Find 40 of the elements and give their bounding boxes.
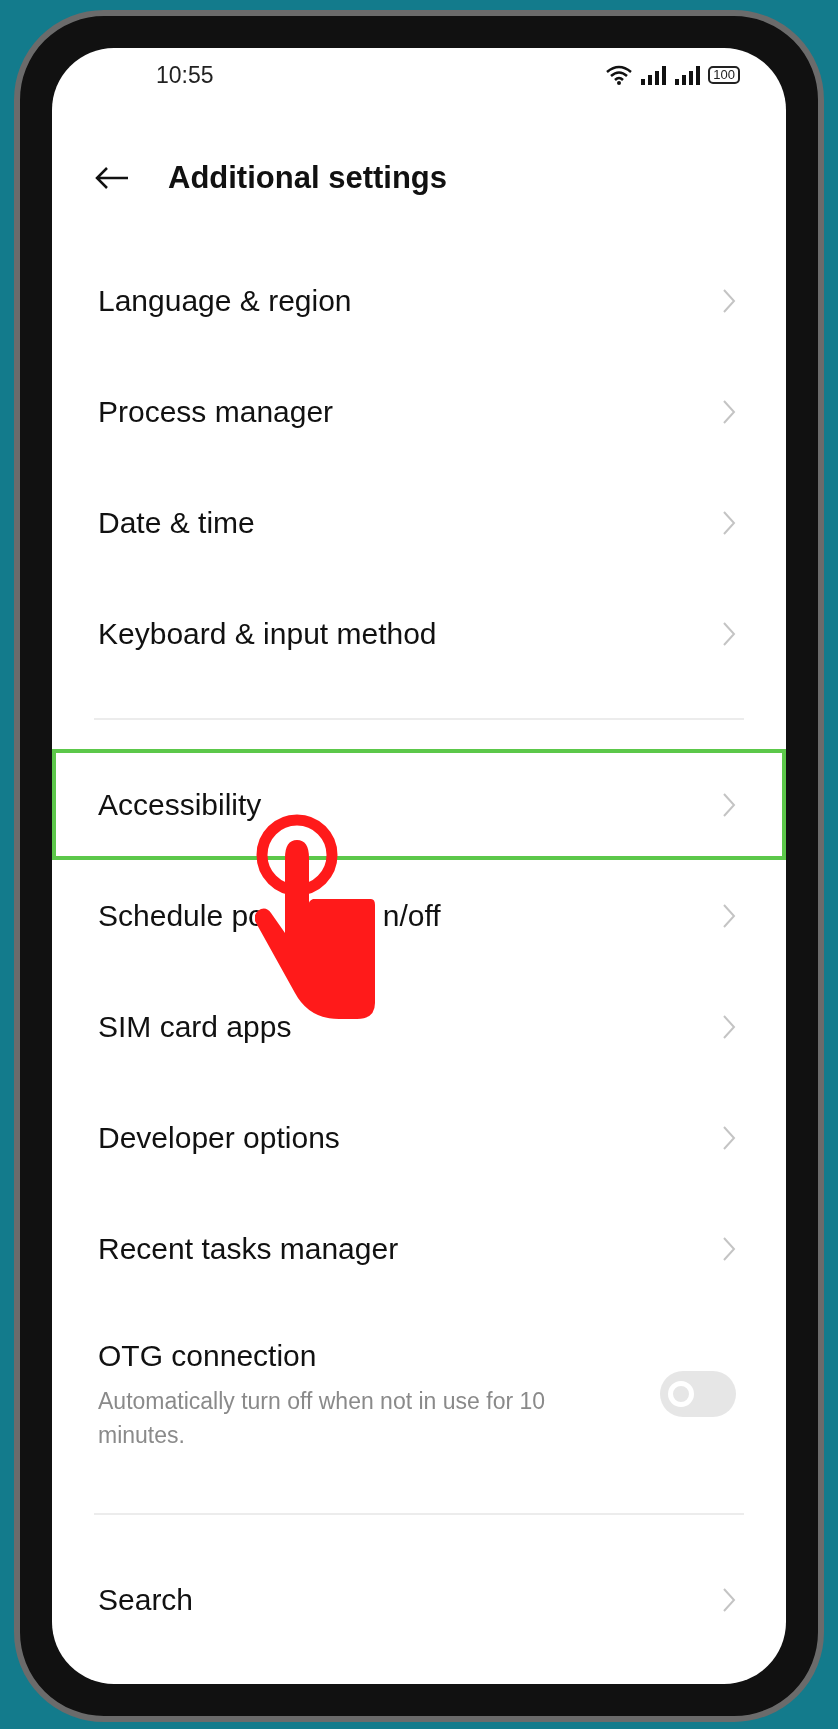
row-label: Keyboard & input method (98, 616, 437, 652)
row-label: Recent tasks manager (98, 1231, 399, 1267)
settings-row[interactable]: Date & time (52, 467, 786, 578)
chevron-right-icon (722, 1235, 736, 1262)
settings-row[interactable]: Recent tasks manager (52, 1193, 786, 1304)
chevron-right-icon (722, 620, 736, 647)
row-label: OTG connection (98, 1338, 318, 1374)
row-label: Accessibility (98, 787, 262, 823)
chevron-right-icon (722, 1013, 736, 1040)
settings-row[interactable]: Developer options (52, 1082, 786, 1193)
signal-icon (674, 65, 701, 85)
row-label: SIM card apps (98, 1009, 292, 1045)
signal-icon (640, 65, 667, 85)
wifi-icon (606, 64, 633, 86)
battery-indicator: 100 (708, 66, 740, 84)
chevron-right-icon (722, 1586, 736, 1613)
settings-row[interactable]: Accessibility (52, 749, 786, 860)
chevron-right-icon (722, 1124, 736, 1151)
chevron-right-icon (722, 398, 736, 425)
row-label: Process manager (98, 394, 334, 430)
settings-row[interactable]: Keyboard & input method (52, 578, 786, 689)
chevron-right-icon (722, 509, 736, 536)
row-label: n/off (382, 898, 441, 934)
row-label: Language & region (98, 283, 352, 319)
chevron-right-icon (722, 287, 736, 314)
status-time: 10:55 (156, 60, 214, 90)
row-label: Developer options (98, 1120, 340, 1156)
row-description: Automatically turn off when not in use for 10 minutes. (98, 1387, 547, 1450)
settings-row[interactable]: Search (52, 1544, 786, 1655)
settings-row[interactable]: SIM card apps (52, 971, 786, 1082)
back-arrow-icon[interactable] (94, 166, 130, 190)
row-label: Search (98, 1582, 194, 1618)
settings-row[interactable]: Language & region (52, 245, 786, 356)
row-label: Date & time (98, 505, 255, 541)
chevron-right-icon (722, 791, 736, 818)
settings-row[interactable]: Process manager (52, 356, 786, 467)
chevron-right-icon (722, 902, 736, 929)
page-title: Additional settings (168, 158, 447, 197)
toggle-switch[interactable] (660, 1371, 736, 1417)
settings-row[interactable]: OTG connection Automatically turn off when not in use for 10 minutes. (52, 1304, 786, 1484)
